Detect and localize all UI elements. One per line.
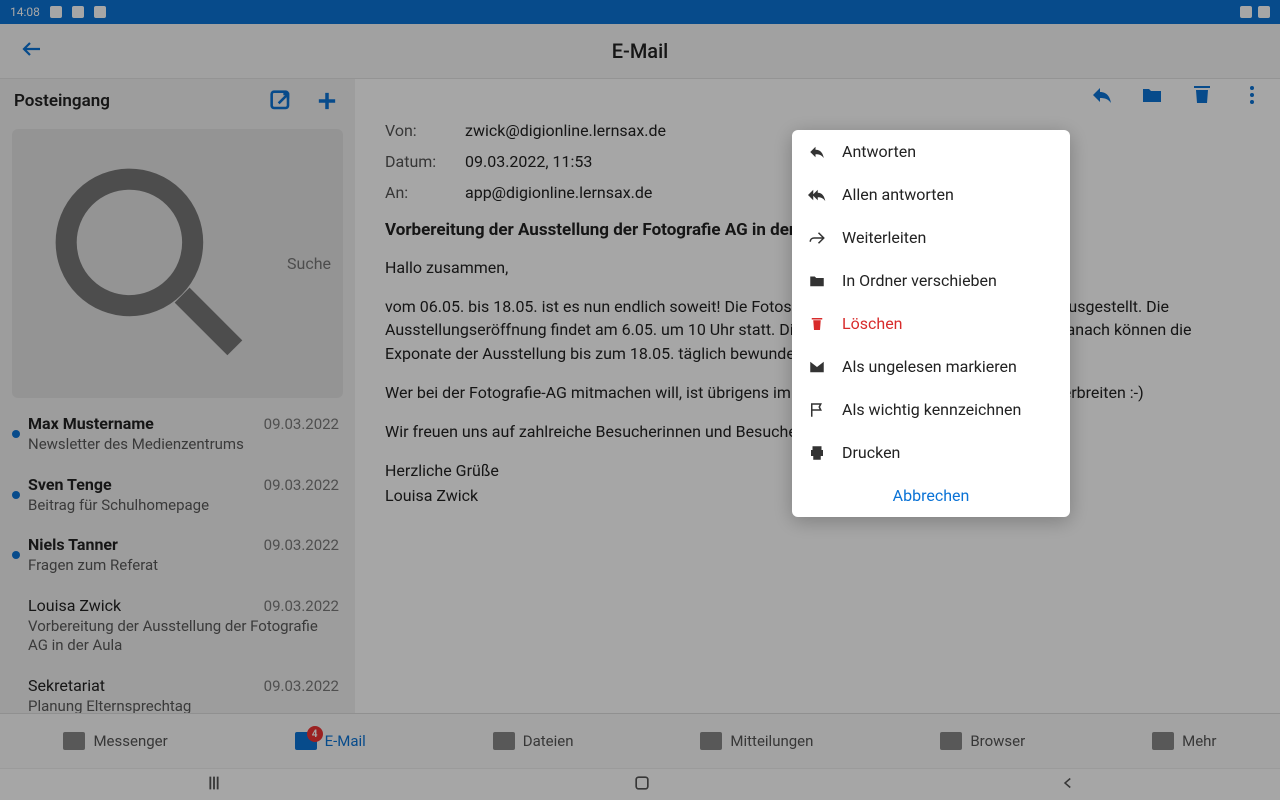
menu-cancel[interactable]: Abbrechen: [792, 474, 1070, 517]
menu-item-delete[interactable]: Löschen: [792, 302, 1070, 345]
menu-item-reply-all[interactable]: Allen antworten: [792, 173, 1070, 216]
menu-item-label: Als wichtig kennzeichnen: [842, 400, 1021, 419]
menu-item-reply[interactable]: Antworten: [792, 130, 1070, 173]
delete-icon: [808, 315, 826, 333]
menu-item-label: In Ordner verschieben: [842, 271, 997, 290]
flag-icon: [808, 401, 826, 419]
menu-item-print[interactable]: Drucken: [792, 431, 1070, 474]
mail-icon: [808, 358, 826, 376]
menu-item-label: Antworten: [842, 142, 916, 161]
menu-item-forward[interactable]: Weiterleiten: [792, 216, 1070, 259]
forward-icon: [808, 229, 826, 247]
menu-item-label: Löschen: [842, 314, 903, 333]
folder-icon: [808, 272, 826, 290]
context-menu: Antworten Allen antworten Weiterleiten In O…: [792, 130, 1070, 517]
menu-item-label: Weiterleiten: [842, 228, 926, 247]
menu-item-mail[interactable]: Als ungelesen markieren: [792, 345, 1070, 388]
menu-item-flag[interactable]: Als wichtig kennzeichnen: [792, 388, 1070, 431]
menu-item-label: Als ungelesen markieren: [842, 357, 1017, 376]
reply-all-icon: [808, 186, 826, 204]
print-icon: [808, 444, 826, 462]
menu-item-label: Drucken: [842, 443, 900, 462]
menu-item-folder[interactable]: In Ordner verschieben: [792, 259, 1070, 302]
menu-cancel-label: Abbrechen: [893, 486, 970, 505]
reply-icon: [808, 143, 826, 161]
menu-item-label: Allen antworten: [842, 185, 954, 204]
modal-overlay[interactable]: [0, 0, 1280, 800]
